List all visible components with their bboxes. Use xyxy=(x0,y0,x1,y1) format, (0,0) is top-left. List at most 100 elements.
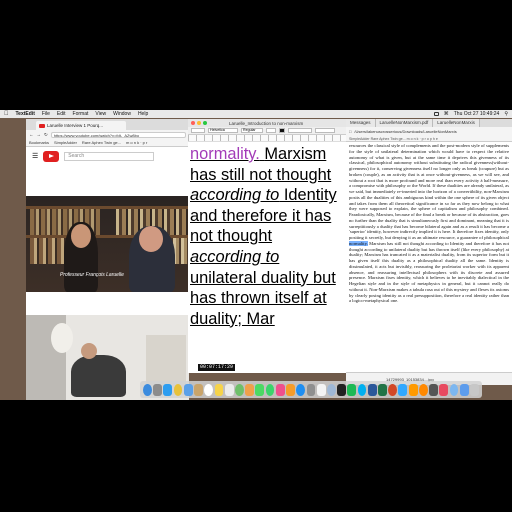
notes-icon[interactable] xyxy=(214,383,224,396)
photoshop-icon[interactable] xyxy=(398,383,408,396)
search-icon[interactable]: ⚲ xyxy=(504,111,508,117)
zoom-icon[interactable] xyxy=(203,121,207,125)
messages-icon[interactable] xyxy=(255,383,265,396)
pdf-path: /Users/lakenuscrosserious/Downloads/Laru… xyxy=(354,129,457,134)
battery-icon[interactable] xyxy=(433,112,439,116)
browser-tab[interactable]: Laruelle Interview 1 Pourq... xyxy=(36,121,126,130)
text-color-button[interactable] xyxy=(279,128,285,133)
video-caption: Professeur François Laruelle xyxy=(60,272,124,278)
chrome-icon[interactable] xyxy=(173,383,183,396)
clock[interactable]: Thu Oct 27 10:49:24 xyxy=(454,111,500,117)
menu-edit[interactable]: Edit xyxy=(57,111,66,117)
bookmark-item[interactable]: Rare Aphex Twin ge... xyxy=(82,140,121,145)
forward-icon[interactable]: → xyxy=(37,132,42,137)
youtube-header: ☰ Search xyxy=(26,147,189,165)
body-text-4: according to xyxy=(190,247,280,266)
alignment-buttons[interactable] xyxy=(315,128,335,133)
menu-window[interactable]: Window xyxy=(113,111,131,117)
itunes-icon[interactable] xyxy=(275,383,285,396)
music-icon[interactable] xyxy=(439,383,449,396)
maps-icon[interactable] xyxy=(234,383,244,396)
reminders-icon[interactable] xyxy=(224,383,234,396)
vlc-icon[interactable] xyxy=(418,383,428,396)
dock xyxy=(140,381,482,398)
menu-icon[interactable]: ☰ xyxy=(32,152,38,160)
tab-pdf[interactable]: LaruelleNonMarxism.pdf xyxy=(375,119,434,127)
trash-icon[interactable] xyxy=(470,383,479,396)
mail-icon[interactable] xyxy=(183,383,193,396)
bookmark-item[interactable]: SimpleAdder xyxy=(54,140,77,145)
youtube-search-input[interactable]: Search xyxy=(64,151,155,161)
font-size-select[interactable] xyxy=(266,128,276,133)
textedit-icon[interactable] xyxy=(316,383,326,396)
seated-person-face xyxy=(81,343,97,359)
terminal-icon[interactable] xyxy=(337,383,346,396)
powerpoint-icon[interactable] xyxy=(388,383,398,396)
menu-help[interactable]: Help xyxy=(138,111,148,117)
facetime-icon[interactable] xyxy=(265,383,275,396)
pdf-address-bar[interactable]: □ /Users/lakenuscrosserious/Downloads/La… xyxy=(346,127,512,136)
bookmark-item[interactable]: Bookmarks xyxy=(29,140,49,145)
ruler[interactable] xyxy=(188,135,346,142)
browser-toolbar: ← → ↻ https://www.youtube.com/watch?v=fd… xyxy=(26,130,189,139)
address-bar[interactable]: https://www.youtube.com/watch?v=fdt-_AZw… xyxy=(50,131,186,138)
word-icon[interactable] xyxy=(367,383,377,396)
downloads-icon[interactable] xyxy=(459,383,469,396)
minimize-icon[interactable] xyxy=(197,121,201,125)
highlighted-word: normality. xyxy=(190,145,260,163)
menu-format[interactable]: Format xyxy=(73,111,89,117)
menu-bar:  TextEdit File Edit Format View Window … xyxy=(0,110,512,118)
spotify-icon[interactable] xyxy=(347,383,357,396)
ibooks-icon[interactable] xyxy=(286,383,295,396)
contacts-icon[interactable] xyxy=(194,383,203,396)
reload-icon[interactable]: ↻ xyxy=(44,132,48,138)
preview-icon[interactable] xyxy=(326,383,336,396)
calendar-icon[interactable] xyxy=(204,383,214,396)
font-family-select[interactable]: Helvetica xyxy=(208,128,238,133)
tab-messages[interactable]: Messages xyxy=(346,119,376,127)
file-icon: □ xyxy=(349,129,352,134)
tab-pdf-2[interactable]: LaruelleNonMarxis xyxy=(433,119,480,127)
textedit-window: Laruelle_Introduction to non-marxism Hel… xyxy=(188,119,346,373)
bold-italic-underline-buttons[interactable] xyxy=(288,128,312,133)
video-player[interactable]: Professeur François Laruelle xyxy=(26,196,189,292)
folder-icon[interactable] xyxy=(449,383,459,396)
professor-face xyxy=(139,226,163,252)
menu-view[interactable]: View xyxy=(95,111,106,117)
finder-icon[interactable] xyxy=(143,383,152,396)
bookmarks-bar: Bookmarks SimpleAdder Rare Aphex Twin ge… xyxy=(26,139,189,147)
skype-icon[interactable] xyxy=(357,383,367,396)
wifi-icon[interactable]: ⌘ xyxy=(444,111,449,117)
back-icon[interactable]: ← xyxy=(29,132,34,137)
close-icon[interactable] xyxy=(191,121,195,125)
menu-file[interactable]: File xyxy=(42,111,50,117)
pdf-paragraph-after: Marxism has still not thought according … xyxy=(349,240,509,304)
apple-icon[interactable]:  xyxy=(4,111,9,117)
format-toolbar: Helvetica Regular xyxy=(188,127,346,135)
document-title: Laruelle_Introduction to non-marxism xyxy=(229,120,304,126)
menu-app-name[interactable]: TextEdit xyxy=(16,111,35,117)
pdf-paragraph-before: resources the classical style of complem… xyxy=(349,143,509,240)
launchpad-icon[interactable] xyxy=(153,383,163,396)
calculator-icon[interactable] xyxy=(429,383,438,396)
youtube-logo-icon[interactable] xyxy=(43,150,60,162)
textedit-titlebar: Laruelle_Introduction to non-marxism xyxy=(188,119,346,127)
browser-tab-bar: Laruelle Interview 1 Pourq... xyxy=(26,119,189,130)
illustrator-icon[interactable] xyxy=(408,383,418,396)
interviewer-face xyxy=(71,224,91,248)
excel-icon[interactable] xyxy=(378,383,387,396)
paragraph-style-select[interactable] xyxy=(191,128,205,133)
desktop:  TextEdit File Edit Format View Window … xyxy=(0,110,512,400)
photos-icon[interactable] xyxy=(245,383,255,396)
pdf-page-text[interactable]: resources the classical style of complem… xyxy=(346,142,512,305)
tab-title: Laruelle Interview 1 Pourq... xyxy=(47,123,104,128)
preferences-icon[interactable] xyxy=(306,383,316,396)
font-style-select[interactable]: Regular xyxy=(241,128,263,133)
pdf-selected-word: normality. xyxy=(349,240,368,246)
document-body[interactable]: normality. Marxism has still not thought… xyxy=(188,142,346,329)
lamp xyxy=(51,323,73,353)
bookmark-item[interactable]: m o n k · p r xyxy=(126,140,147,145)
appstore-icon[interactable] xyxy=(296,383,306,396)
safari-icon[interactable] xyxy=(163,383,173,396)
youtube-favicon-icon xyxy=(39,123,45,128)
